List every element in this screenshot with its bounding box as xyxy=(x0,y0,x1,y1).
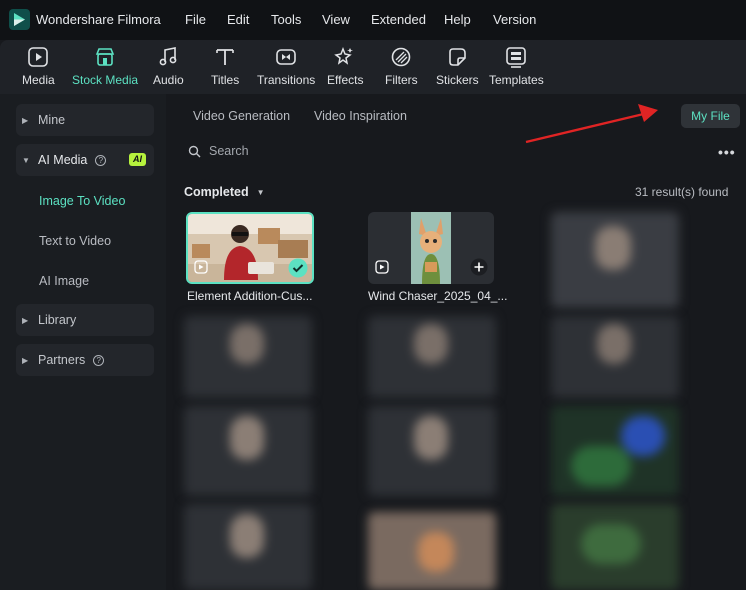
tool-effects[interactable]: Effects xyxy=(327,46,363,90)
filmora-logo-icon xyxy=(9,9,30,30)
menu-tools[interactable]: Tools xyxy=(271,12,301,27)
card-title: Wind Chaser_2025_04_... xyxy=(368,289,508,303)
titles-icon xyxy=(216,49,234,65)
tab-video-generation[interactable]: Video Generation xyxy=(193,109,290,123)
tool-templates[interactable]: Templates xyxy=(489,46,544,90)
video-badge-icon xyxy=(375,260,389,274)
blurred-media-card xyxy=(368,316,496,398)
my-file-button[interactable]: My File xyxy=(681,104,740,128)
blurred-media-card xyxy=(368,512,496,590)
blurred-media-card xyxy=(368,406,496,496)
effects-icon xyxy=(334,46,354,65)
more-options-icon[interactable]: ••• xyxy=(718,144,736,160)
help-icon[interactable]: ? xyxy=(93,354,105,366)
blurred-media-card xyxy=(551,406,679,496)
blurred-media-card xyxy=(184,406,312,496)
sidebar-item-image-to-video[interactable]: Image To Video xyxy=(39,194,125,208)
tool-titles[interactable]: Titles xyxy=(211,46,239,90)
caret-right-icon: ▶ xyxy=(22,355,29,365)
search-icon xyxy=(188,145,201,157)
ai-badge: AI xyxy=(129,153,146,166)
chevron-down-icon: ▼ xyxy=(256,187,265,197)
thumbnail-image xyxy=(411,212,451,284)
tool-stickers[interactable]: Stickers xyxy=(436,46,479,90)
blurred-media-card xyxy=(551,212,679,308)
annotation-arrow xyxy=(525,104,658,144)
sidebar-item-partners[interactable]: ▶ Partners ? xyxy=(16,344,154,376)
checkmark-icon xyxy=(288,258,308,278)
add-icon[interactable] xyxy=(470,258,488,276)
stickers-icon xyxy=(449,48,467,66)
menu-view[interactable]: View xyxy=(322,12,350,27)
tool-media[interactable]: Media xyxy=(22,46,55,90)
video-badge-icon xyxy=(194,260,208,274)
media-card-wind-chaser[interactable] xyxy=(368,212,494,284)
caret-down-icon: ▼ xyxy=(22,155,30,165)
blurred-media-card xyxy=(551,316,679,398)
tool-filters[interactable]: Filters xyxy=(385,46,418,90)
audio-icon xyxy=(159,47,177,66)
filters-icon xyxy=(392,47,411,67)
sidebar-item-library[interactable]: ▶ Library xyxy=(16,304,154,336)
tool-audio[interactable]: Audio xyxy=(153,46,184,90)
menu-edit[interactable]: Edit xyxy=(227,12,249,27)
sidebar-item-ai-media[interactable]: ▼ AI Media ? AI xyxy=(16,144,154,176)
tab-video-inspiration[interactable]: Video Inspiration xyxy=(314,109,407,123)
main-toolbar: Media Stock Media Audio Titles Transitio… xyxy=(0,40,746,94)
media-icon xyxy=(28,47,49,67)
help-icon[interactable]: ? xyxy=(95,154,107,166)
stock-media-icon xyxy=(95,48,115,66)
search-input[interactable] xyxy=(209,144,409,158)
caret-right-icon: ▶ xyxy=(22,115,29,125)
menu-extended[interactable]: Extended xyxy=(371,12,426,27)
tool-transitions[interactable]: Transitions xyxy=(257,46,315,90)
menu-help[interactable]: Help xyxy=(444,12,471,27)
content-panel: Video Generation Video Inspiration My Fi… xyxy=(166,94,746,590)
transitions-icon xyxy=(276,49,296,65)
sidebar-item-ai-image[interactable]: AI Image xyxy=(39,274,89,288)
menu-file[interactable]: File xyxy=(185,12,206,27)
title-bar: Wondershare Filmora File Edit Tools View… xyxy=(0,0,746,40)
search-bar xyxy=(188,144,409,158)
tool-stock-media[interactable]: Stock Media xyxy=(72,46,138,90)
status-filter-dropdown[interactable]: Completed ▼ xyxy=(184,185,265,199)
card-title: Element Addition-Cus... xyxy=(187,289,313,303)
blurred-media-card xyxy=(551,504,679,590)
sidebar-item-mine[interactable]: ▶ Mine xyxy=(16,104,154,136)
results-count: 31 result(s) found xyxy=(635,185,729,199)
templates-icon xyxy=(506,47,527,68)
sidebar: ▶ Mine ▼ AI Media ? AI Image To Video Te… xyxy=(0,94,166,590)
sidebar-item-text-to-video[interactable]: Text to Video xyxy=(39,234,111,248)
app-title: Wondershare Filmora xyxy=(36,12,161,27)
blurred-media-card xyxy=(184,316,312,398)
menu-version[interactable]: Version xyxy=(493,12,536,27)
blurred-media-card xyxy=(184,504,312,590)
caret-right-icon: ▶ xyxy=(22,315,29,325)
media-card-element-addition[interactable] xyxy=(186,212,314,284)
